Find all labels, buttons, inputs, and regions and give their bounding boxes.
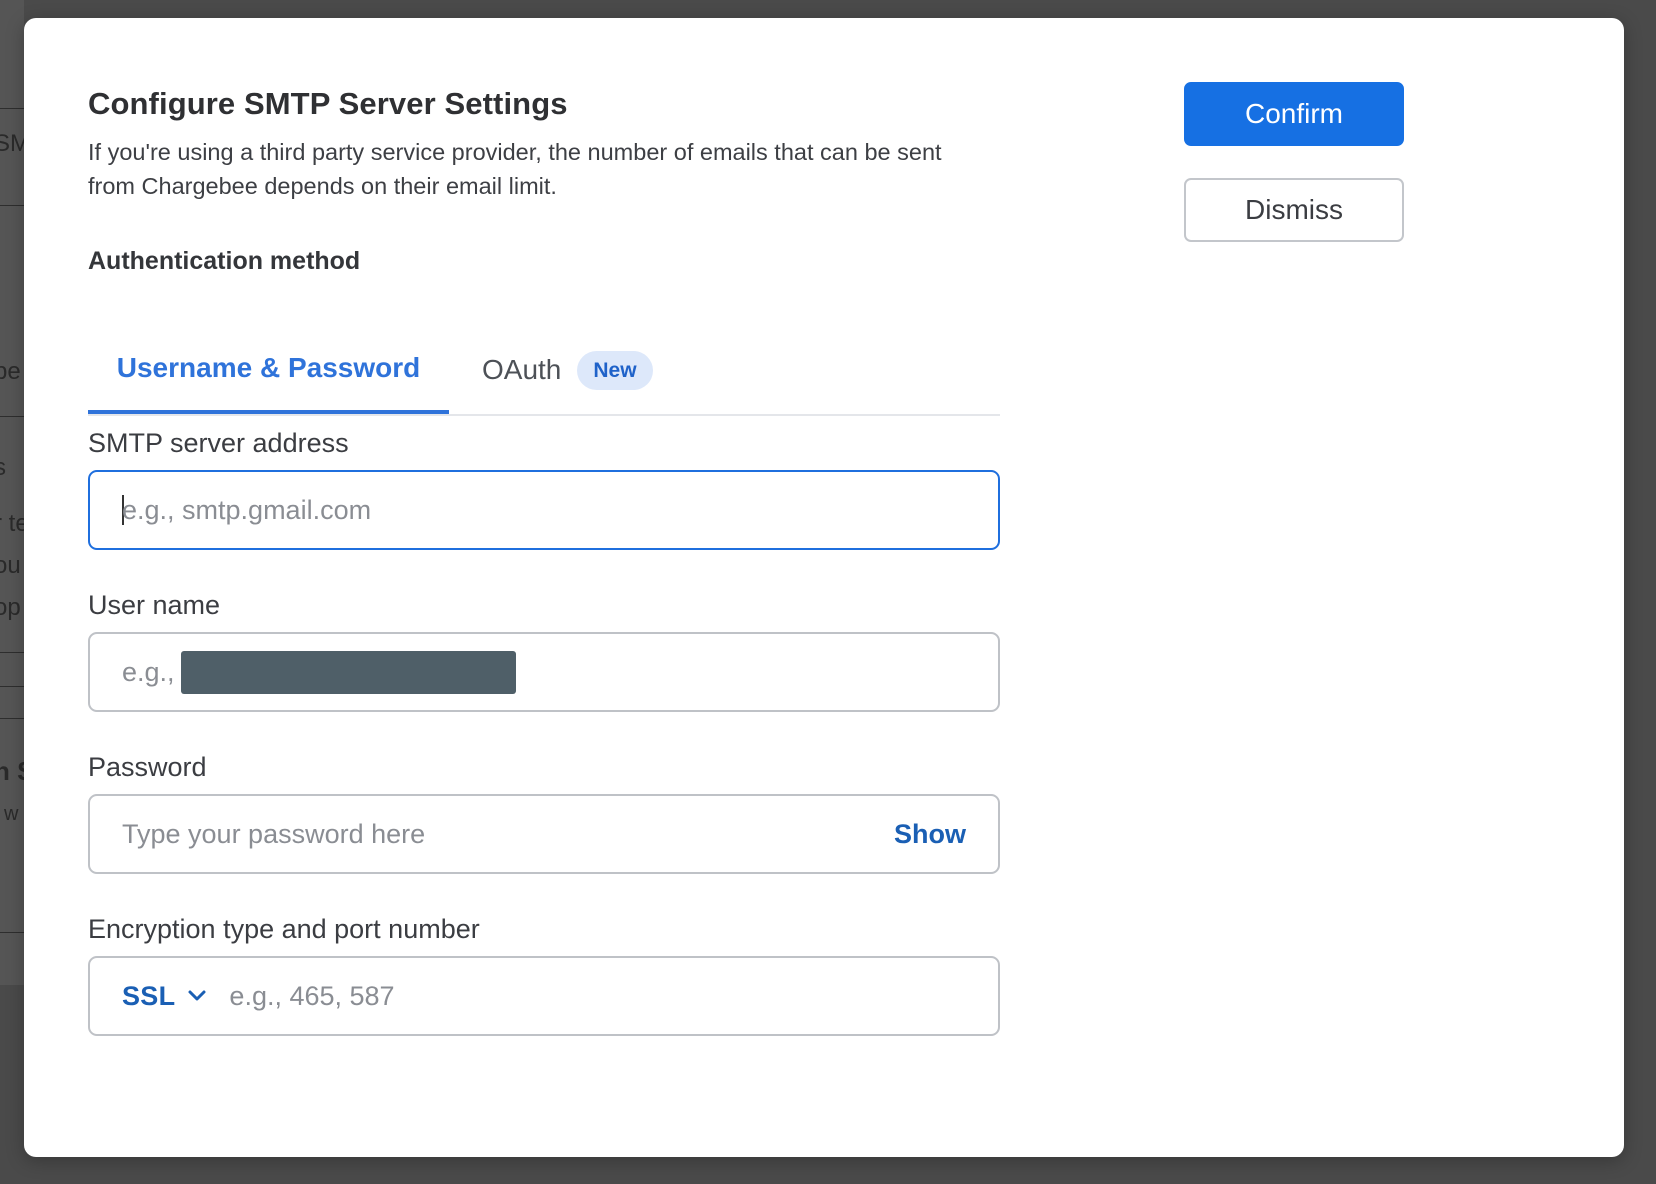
auth-method-tabs: Username & Password OAuth New <box>88 326 1000 416</box>
tab-label: OAuth <box>482 354 562 385</box>
confirm-button[interactable]: Confirm <box>1184 82 1404 146</box>
password-input[interactable] <box>122 818 894 850</box>
tab-label: Username & Password <box>116 352 421 383</box>
smtp-server-field <box>88 470 1000 550</box>
show-password-toggle[interactable]: Show <box>894 819 966 850</box>
background-text: s <box>0 454 6 481</box>
encryption-type-select[interactable]: SSL <box>122 981 207 1012</box>
background-divider <box>0 205 24 206</box>
smtp-server-label: SMTP server address <box>88 428 349 458</box>
background-divider <box>0 416 24 417</box>
tab-username-password[interactable]: Username & Password <box>88 326 449 414</box>
smtp-server-input[interactable] <box>122 494 966 526</box>
background-text: n S <box>0 756 24 786</box>
username-placeholder-prefix: e.g., <box>122 656 175 687</box>
background-divider <box>0 108 24 109</box>
encryption-field: SSL <box>88 956 1000 1036</box>
username-field[interactable]: e.g., <box>88 632 1000 712</box>
background-divider <box>0 652 24 653</box>
port-number-input[interactable] <box>229 980 966 1012</box>
background-divider <box>0 932 24 933</box>
smtp-settings-modal: Configure SMTP Server Settings If you're… <box>24 18 1624 1157</box>
encryption-type-value: SSL <box>122 980 176 1011</box>
background-text: op <box>0 594 21 621</box>
background-text: pe <box>0 358 21 385</box>
background-text: r te <box>0 510 24 537</box>
background-text: SM <box>0 130 24 157</box>
background-divider <box>0 686 24 687</box>
modal-title: Configure SMTP Server Settings <box>88 86 568 121</box>
username-label: User name <box>88 590 221 620</box>
tab-oauth[interactable]: OAuth New <box>482 326 653 414</box>
modal-description: If you're using a third party service pr… <box>88 139 942 199</box>
password-field: Show <box>88 794 1000 874</box>
new-badge: New <box>577 350 653 390</box>
password-label: Password <box>88 752 207 782</box>
encryption-label: Encryption type and port number <box>88 914 480 944</box>
background-page: SM pe s r te ou op n S w <box>0 0 24 985</box>
background-divider <box>0 718 24 719</box>
chevron-down-icon <box>187 989 207 1003</box>
dismiss-button[interactable]: Dismiss <box>1184 178 1404 242</box>
redacted-placeholder <box>180 650 516 694</box>
background-text: w <box>4 803 19 825</box>
auth-method-label: Authentication method <box>88 247 361 275</box>
background-text: ou <box>0 552 21 579</box>
